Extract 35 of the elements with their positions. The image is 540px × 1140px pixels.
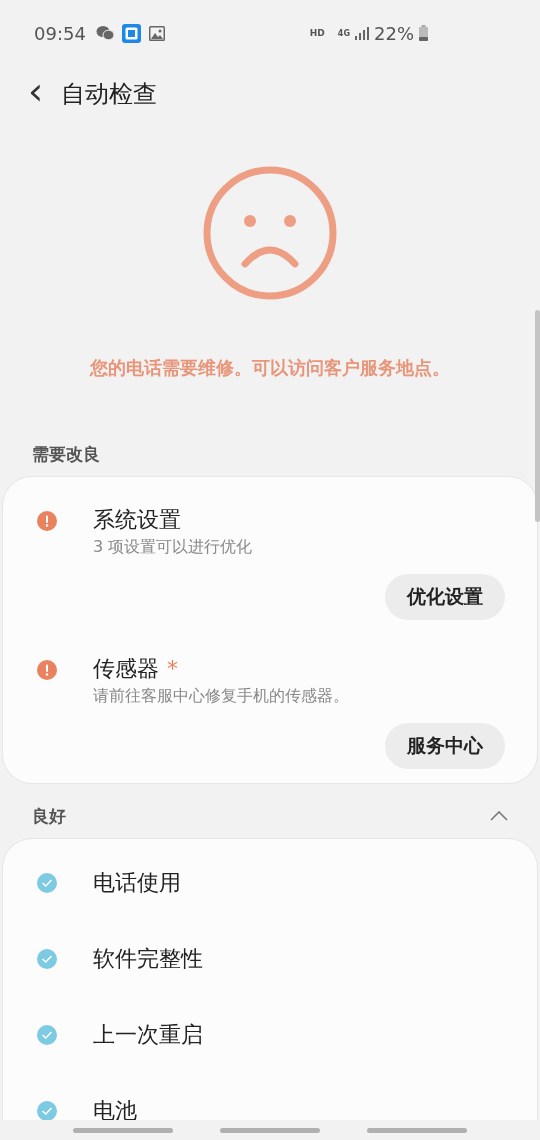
item-description: 请前往客服中心修复手机的传感器。: [93, 686, 349, 707]
check-icon: [37, 949, 57, 969]
page-title: 自动检查: [61, 79, 158, 110]
nav-handle[interactable]: [220, 1127, 320, 1133]
item-title: 电池: [93, 1097, 137, 1120]
battery-percent: 22%: [374, 22, 414, 44]
chevron-icon[interactable]: [490, 811, 508, 821]
item-title: 电话使用: [93, 869, 181, 897]
back-button[interactable]: ‹: [0, 72, 62, 116]
check-icon: [37, 873, 57, 893]
item-title: 系统设置: [93, 506, 181, 534]
chat-bubbles-icon: [95, 25, 114, 41]
action-button[interactable]: 服务中心: [385, 723, 505, 769]
section-title: 良好: [32, 804, 66, 828]
network-indicator: 4G: [337, 28, 350, 38]
hd-indicator: HD: [309, 28, 325, 38]
action-button[interactable]: 优化设置: [385, 574, 505, 620]
app-notification-icon: [121, 23, 141, 43]
warning-icon: [37, 660, 57, 680]
battery-icon: [419, 25, 428, 41]
result-message: 您的电话需要维修。可以访问客户服务地点。: [88, 356, 451, 380]
nav-handle[interactable]: [73, 1127, 174, 1133]
signal-icon: [355, 26, 369, 40]
item-title: 软件完整性: [93, 945, 203, 973]
warning-icon: [37, 511, 57, 531]
section-title: 需要改良: [32, 442, 100, 466]
status-time: 09:54: [34, 22, 86, 44]
asterisk-mark: *: [167, 656, 178, 681]
nav-handle[interactable]: [366, 1127, 467, 1133]
item-description: 3 项设置可以进行优化: [93, 537, 253, 558]
sad-face-icon: [203, 166, 337, 300]
item-title: 上一次重启: [93, 1021, 203, 1049]
item-title: 传感器: [93, 655, 159, 683]
check-icon: [37, 1025, 57, 1045]
image-icon: [148, 25, 165, 41]
